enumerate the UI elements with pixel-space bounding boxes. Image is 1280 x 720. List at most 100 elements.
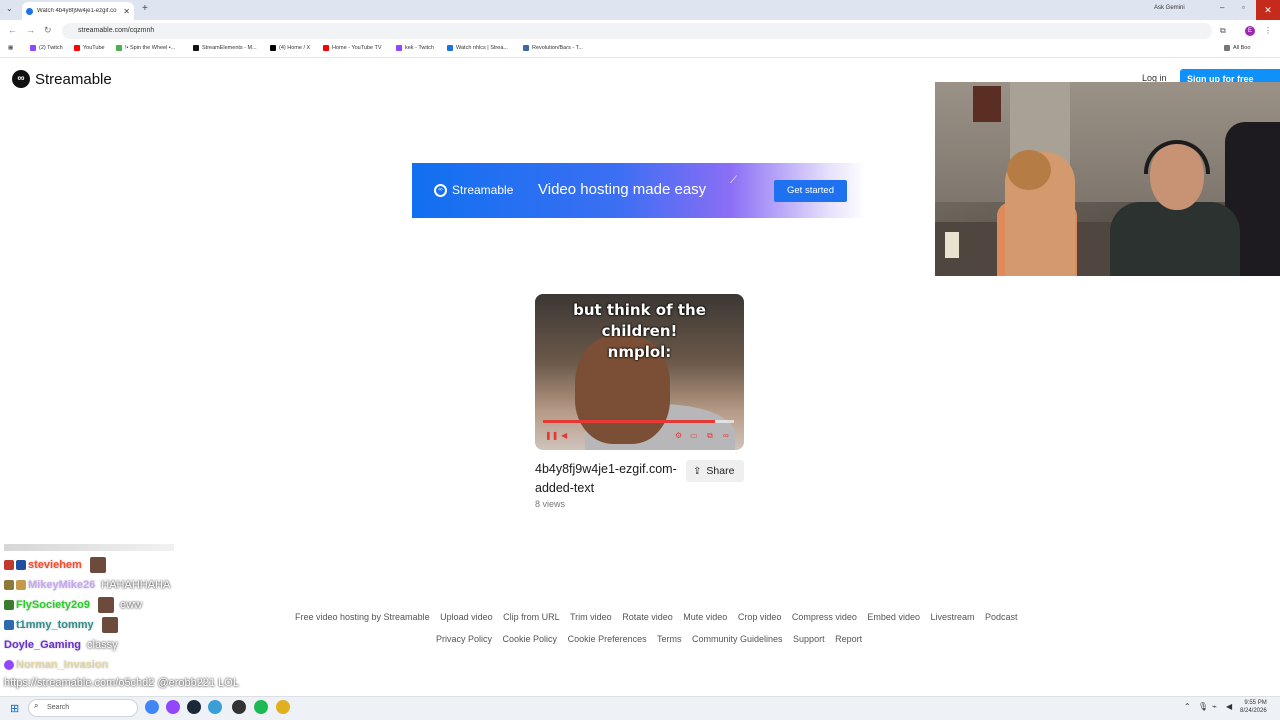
badge-icon (4, 580, 14, 590)
chat-username: t1mmy_tommy (16, 619, 94, 631)
footer-link-crop[interactable]: Crop video (738, 612, 782, 622)
streamable-watermark-icon[interactable]: ∞ (723, 431, 729, 440)
volume-tray-icon[interactable]: ◀ (1226, 702, 1232, 711)
caption-line-1: but think of the children! (573, 301, 706, 340)
chat-message: eww (119, 599, 142, 611)
ad-banner[interactable]: ∞ Streamable Video hosting made easy ⟋ G… (412, 163, 867, 218)
chat-faded-line (4, 544, 174, 551)
bookmark-revolution-bars[interactable]: Revolution/Bars - T... (523, 45, 583, 51)
network-icon[interactable]: ⌁ (1212, 702, 1217, 711)
maximize-icon[interactable]: ▫ (1242, 3, 1245, 12)
twitch-icon (396, 45, 402, 51)
steam-icon[interactable] (187, 700, 201, 714)
spotify-icon[interactable] (254, 700, 268, 714)
footer-links-row-1: Free video hosting by Streamable Upload … (295, 612, 1026, 622)
close-window-button[interactable]: ✕ (1256, 0, 1280, 20)
chat-overlay: steviehem MikeyMike26 HAHAHHAHA FlySocie… (4, 555, 304, 675)
ad-logo: ∞ Streamable (434, 183, 513, 197)
pip-icon[interactable]: ⧉ (707, 431, 713, 441)
streamable-logo-icon: ∞ (12, 70, 30, 88)
footer-link-livestream[interactable]: Livestream (930, 612, 974, 622)
footer-link-free-hosting[interactable]: Free video hosting by Streamable (295, 612, 430, 622)
url-input[interactable]: streamable.com/cqzmnh (62, 23, 1212, 39)
video-progress-bar[interactable] (543, 420, 734, 423)
video-caption: but think of the children! nmplol: (535, 300, 744, 363)
streamable-logo[interactable]: ∞ Streamable (12, 70, 112, 88)
ad-logo-text: Streamable (452, 183, 514, 197)
chrome-icon[interactable] (145, 700, 159, 714)
share-button[interactable]: ⇪ Share (686, 460, 744, 482)
streamable-favicon-icon (26, 7, 33, 15)
all-bookmarks[interactable]: All Boo (1224, 45, 1250, 51)
back-icon[interactable]: ← (8, 25, 17, 35)
bookmark-x-home[interactable]: (4) Home / X (270, 45, 310, 51)
chat-line: Norman_Invasion (4, 655, 304, 675)
profile-avatar[interactable]: E (1245, 26, 1255, 36)
tab-title: Watch 4b4y8fj9w4je1-ezgif.co (37, 8, 117, 14)
edge-icon[interactable] (208, 700, 222, 714)
footer-link-support[interactable]: Support (793, 634, 825, 644)
flag-icon (16, 560, 26, 570)
footer-link-mute[interactable]: Mute video (683, 612, 727, 622)
footer-link-embed[interactable]: Embed video (867, 612, 920, 622)
bookmark-kek-twitch[interactable]: kek - Twitch (396, 45, 434, 51)
ad-get-started-button[interactable]: Get started (774, 180, 847, 202)
footer-link-guidelines[interactable]: Community Guidelines (692, 634, 783, 644)
app-icon[interactable] (276, 700, 290, 714)
footer-link-cookie-policy[interactable]: Cookie Policy (503, 634, 558, 644)
footer-link-trim[interactable]: Trim video (570, 612, 612, 622)
reload-icon[interactable]: ↻ (44, 25, 52, 36)
tab-close-icon[interactable]: ✕ (123, 7, 130, 16)
extensions-icon[interactable]: ⧉ (1220, 26, 1226, 36)
bookmark-youtube[interactable]: YouTube (74, 45, 105, 51)
minimize-icon[interactable]: – (1220, 3, 1224, 12)
bookmark-spin-wheel[interactable]: !• Spin the Wheel •... (116, 45, 175, 51)
forward-icon[interactable]: → (26, 25, 35, 35)
tab-search-chevron-icon[interactable]: ⌄ (6, 4, 13, 13)
footer-links-row-2: Privacy Policy Cookie Policy Cookie Pref… (436, 634, 870, 644)
emote-icon (97, 597, 114, 613)
captions-icon[interactable]: ▭ (690, 431, 698, 440)
ask-gemini-button[interactable]: Ask Gemini (1154, 5, 1185, 11)
share-icon: ⇪ (693, 465, 702, 477)
footer-link-compress[interactable]: Compress video (792, 612, 857, 622)
new-tab-button[interactable]: + (142, 3, 148, 14)
apps-grid-icon[interactable]: ▦ (8, 45, 13, 51)
footer-link-privacy[interactable]: Privacy Policy (436, 634, 492, 644)
search-icon: ⌕ (34, 701, 39, 710)
footer-link-rotate[interactable]: Rotate video (622, 612, 673, 622)
menu-icon[interactable]: ⋮ (1264, 26, 1272, 35)
chat-message: HAHAHHAHA (101, 579, 171, 591)
bookmark-watch-nhlcs[interactable]: Watch nhlcs | Strea... (447, 45, 508, 51)
volume-icon[interactable]: ◀ (561, 431, 567, 440)
browser-tab[interactable]: Watch 4b4y8fj9w4je1-ezgif.co ✕ (22, 2, 134, 20)
footer-link-podcast[interactable]: Podcast (985, 612, 1018, 622)
pause-icon[interactable]: ❚❚ (545, 431, 558, 440)
microphone-icon[interactable]: 🎙 (1198, 702, 1208, 711)
bookmark-streamelements[interactable]: StreamElements - M... (193, 45, 257, 51)
badge-icon (4, 560, 14, 570)
video-player[interactable]: but think of the children! nmplol: ❚❚ ◀ … (535, 294, 744, 450)
obs-icon[interactable] (232, 700, 246, 714)
bookmark-twitch[interactable]: (2) Twitch (30, 45, 63, 51)
video-title: 4b4y8fj9w4je1-ezgif.com-added-text (535, 462, 677, 495)
footer-link-upload[interactable]: Upload video (440, 612, 493, 622)
footer-link-terms[interactable]: Terms (657, 634, 682, 644)
footer-link-cookie-preferences[interactable]: Cookie Preferences (568, 634, 647, 644)
badge-icon (4, 620, 14, 630)
logo-text: Streamable (35, 70, 112, 88)
footer-link-clip[interactable]: Clip from URL (503, 612, 560, 622)
chat-line: steviehem (4, 555, 304, 575)
taskbar-clock[interactable]: 9:55 PM 8/24/2026 (1240, 699, 1267, 715)
footer-link-report[interactable]: Report (835, 634, 862, 644)
settings-icon[interactable]: ⚙ (675, 431, 682, 440)
tray-chevron-icon[interactable]: ⌃ (1184, 702, 1191, 711)
caption-line-2: nmplol: (607, 343, 672, 361)
wheel-icon (116, 45, 122, 51)
video-progress-fill (543, 420, 715, 423)
windows-start-icon[interactable]: ⊞ (10, 702, 19, 715)
globe-icon (447, 45, 453, 51)
taskbar-search[interactable]: Search (28, 699, 138, 717)
twitch-app-icon[interactable] (166, 700, 180, 714)
bookmark-youtube-tv[interactable]: Home - YouTube TV (323, 45, 382, 51)
